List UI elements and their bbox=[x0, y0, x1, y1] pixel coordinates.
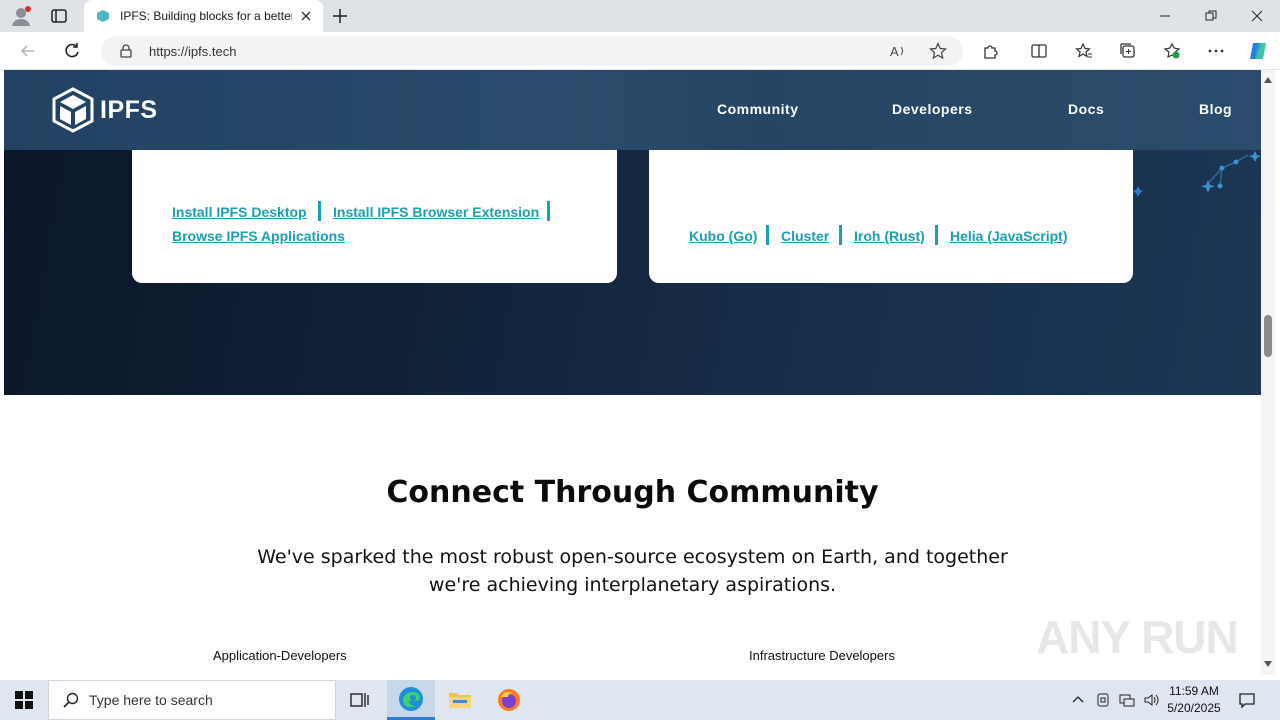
copilot-icon[interactable] bbox=[1247, 40, 1269, 62]
edge-browser-icon bbox=[399, 686, 423, 711]
profile-icon[interactable] bbox=[10, 5, 32, 27]
tray-chevron-up-icon[interactable] bbox=[1070, 692, 1086, 708]
file-explorer-icon bbox=[449, 693, 471, 708]
address-toolbar: https://ipfs.tech A bbox=[0, 32, 1280, 70]
ipfs-favicon-icon bbox=[97, 10, 109, 22]
scroll-up-icon[interactable] bbox=[1264, 76, 1272, 84]
url-text[interactable]: https://ipfs.tech bbox=[149, 44, 236, 59]
link-separator bbox=[547, 201, 550, 221]
install-ipfs-desktop-link[interactable]: Install IPFS Desktop bbox=[172, 204, 307, 220]
minimize-icon bbox=[1160, 15, 1170, 17]
search-placeholder: Type here to search bbox=[89, 692, 213, 708]
page-scrollbar[interactable] bbox=[1261, 70, 1275, 675]
browser-essentials-icon[interactable] bbox=[1163, 42, 1181, 60]
start-button[interactable] bbox=[0, 680, 48, 720]
meet-now-icon[interactable] bbox=[1095, 692, 1111, 708]
task-view-icon bbox=[350, 693, 369, 707]
clock-date: 5/20/2025 bbox=[1167, 701, 1221, 715]
scrollbar-thumb[interactable] bbox=[1264, 315, 1272, 357]
taskbar-firefox[interactable] bbox=[485, 680, 533, 720]
taskbar-file-explorer[interactable] bbox=[436, 680, 484, 720]
site-header: IPFS Community Developers Docs Blog bbox=[4, 70, 1261, 150]
collections-icon[interactable] bbox=[1119, 42, 1137, 60]
taskbar-edge-app[interactable] bbox=[387, 680, 435, 720]
volume-icon[interactable] bbox=[1143, 692, 1159, 708]
cluster-link[interactable]: Cluster bbox=[781, 228, 829, 244]
extensions-icon[interactable] bbox=[982, 42, 1000, 60]
network-icon[interactable] bbox=[1119, 692, 1135, 708]
link-separator bbox=[318, 201, 321, 221]
hero-section: IPFS Community Developers Docs Blog Inst… bbox=[4, 70, 1261, 395]
close-icon bbox=[1251, 10, 1263, 22]
iroh-rust-link[interactable]: Iroh (Rust) bbox=[854, 228, 925, 244]
close-window-button[interactable] bbox=[1234, 0, 1280, 32]
address-bar[interactable]: https://ipfs.tech bbox=[101, 36, 963, 66]
application-developers-label: Application-Developers bbox=[213, 648, 347, 663]
link-separator bbox=[766, 225, 769, 245]
restore-icon bbox=[1205, 10, 1217, 21]
taskbar-search-box[interactable]: Type here to search bbox=[48, 680, 336, 720]
search-icon bbox=[63, 692, 79, 708]
nav-docs[interactable]: Docs bbox=[1068, 101, 1104, 117]
windows-taskbar: Type here to search 11:59 AM 5/20/2025 bbox=[0, 680, 1280, 720]
nav-community[interactable]: Community bbox=[717, 101, 799, 117]
clock-time: 11:59 AM bbox=[1169, 684, 1219, 698]
implementations-card: Kubo (Go) Cluster Iroh (Rust) Helia (Jav… bbox=[649, 150, 1133, 283]
refresh-icon[interactable] bbox=[62, 41, 82, 61]
community-description: We've sparked the most robust open-sourc… bbox=[257, 546, 1008, 596]
minimize-button[interactable] bbox=[1142, 0, 1188, 32]
link-separator bbox=[935, 225, 938, 245]
firefox-icon bbox=[498, 689, 520, 711]
browser-tab-bar: IPFS: Building blocks for a better bbox=[0, 0, 1280, 32]
back-icon[interactable] bbox=[18, 41, 38, 61]
link-separator bbox=[839, 225, 842, 245]
page-viewport: IPFS Community Developers Docs Blog Inst… bbox=[4, 70, 1261, 675]
infrastructure-developers-label: Infrastructure Developers bbox=[749, 648, 895, 663]
split-screen-icon[interactable] bbox=[1030, 42, 1048, 60]
tab-title: IPFS: Building blocks for a better bbox=[120, 9, 292, 23]
users-card: Install IPFS Desktop Install IPFS Browse… bbox=[132, 150, 617, 283]
ipfs-logo[interactable]: IPFS bbox=[52, 87, 158, 133]
browse-ipfs-applications-link[interactable]: Browse IPFS Applications bbox=[172, 228, 345, 244]
favorite-star-icon[interactable] bbox=[929, 42, 947, 60]
more-options-icon[interactable] bbox=[1207, 42, 1225, 60]
close-tab-icon[interactable] bbox=[299, 9, 313, 23]
system-clock[interactable]: 11:59 AM 5/20/2025 bbox=[1160, 683, 1228, 717]
lock-icon[interactable] bbox=[119, 44, 133, 58]
nav-developers[interactable]: Developers bbox=[892, 101, 972, 117]
read-aloud-icon[interactable]: A bbox=[889, 42, 907, 60]
svg-text:A: A bbox=[890, 44, 899, 59]
constellation-decoration bbox=[1133, 151, 1261, 197]
new-tab-icon[interactable] bbox=[331, 7, 349, 25]
community-heading: Connect Through Community bbox=[386, 475, 879, 510]
notification-center-icon[interactable] bbox=[1238, 691, 1256, 709]
anyrun-watermark: ANY RUN bbox=[1036, 611, 1239, 663]
scroll-down-icon[interactable] bbox=[1264, 660, 1272, 668]
tab-actions-icon[interactable] bbox=[50, 7, 68, 25]
task-view-button[interactable] bbox=[336, 680, 384, 720]
logo-text: IPFS bbox=[100, 95, 158, 124]
helia-javascript-link[interactable]: Helia (JavaScript) bbox=[950, 228, 1068, 244]
nav-blog[interactable]: Blog bbox=[1199, 101, 1232, 117]
kubo-go-link[interactable]: Kubo (Go) bbox=[689, 228, 757, 244]
ipfs-cube-logo-icon bbox=[52, 87, 94, 133]
windows-logo-icon bbox=[15, 691, 33, 709]
install-browser-extension-link[interactable]: Install IPFS Browser Extension bbox=[333, 204, 539, 220]
favorites-icon[interactable] bbox=[1075, 42, 1093, 60]
browser-tab-active[interactable]: IPFS: Building blocks for a better bbox=[84, 0, 323, 32]
restore-button[interactable] bbox=[1188, 0, 1234, 32]
